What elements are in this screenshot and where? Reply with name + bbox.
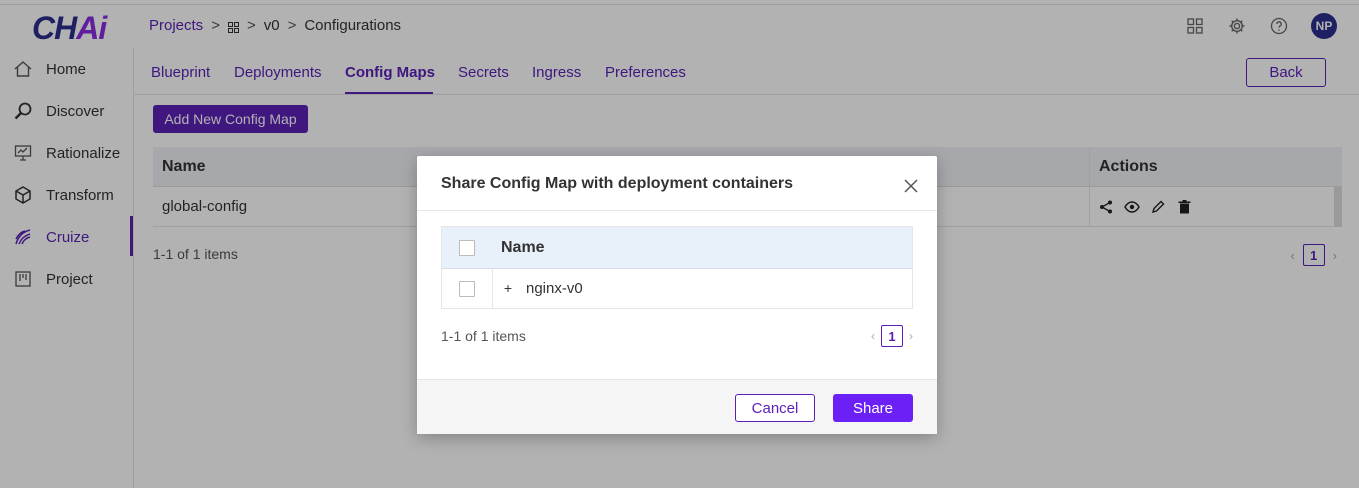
page-button[interactable]: 1 — [881, 325, 903, 347]
close-icon[interactable] — [903, 178, 919, 194]
containers-table: Name + nginx-v0 — [441, 226, 913, 309]
dialog-title: Share Config Map with deployment contain… — [441, 175, 794, 192]
table-header: Name — [442, 227, 912, 269]
chevron-right-icon[interactable]: › — [909, 329, 913, 343]
container-name: nginx-v0 — [526, 280, 583, 297]
select-all-checkbox[interactable] — [459, 240, 475, 256]
dialog-pager: ‹ 1 › — [871, 325, 913, 347]
share-button[interactable]: Share — [833, 394, 913, 422]
dialog-pager-info: 1-1 of 1 items — [441, 328, 526, 344]
cancel-button[interactable]: Cancel — [735, 394, 815, 422]
chevron-left-icon[interactable]: ‹ — [871, 329, 875, 343]
expand-icon[interactable]: + — [500, 280, 516, 296]
share-config-map-dialog: Share Config Map with deployment contain… — [417, 156, 937, 434]
column-divider — [492, 269, 493, 308]
row-checkbox[interactable] — [459, 281, 475, 297]
dialog-divider — [417, 210, 937, 211]
dialog-footer: Cancel Share — [417, 379, 937, 434]
table-row[interactable]: + nginx-v0 — [442, 269, 912, 308]
column-header-name: Name — [501, 239, 545, 256]
